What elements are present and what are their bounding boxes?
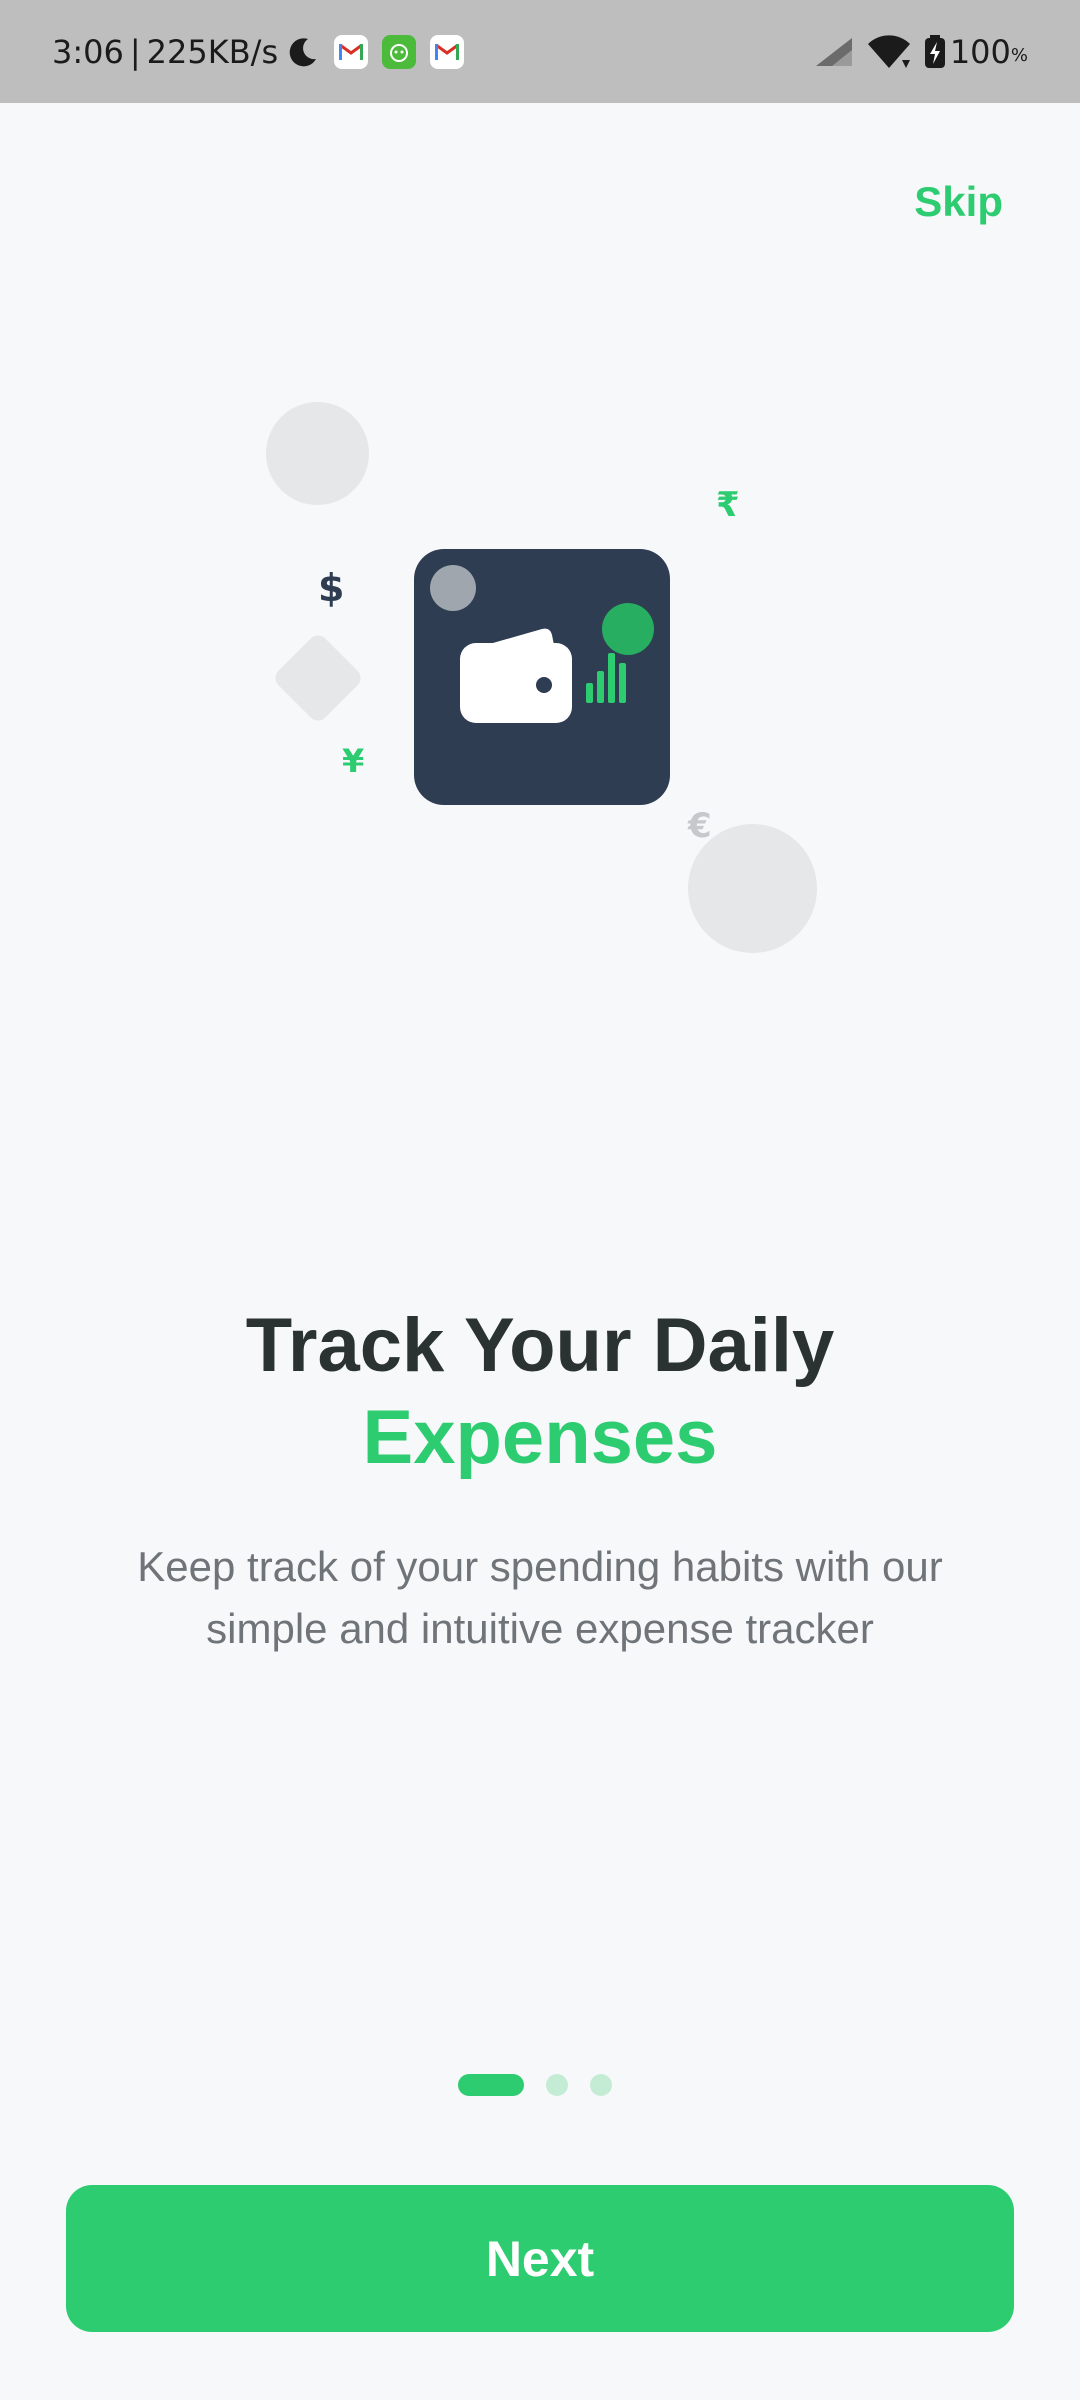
status-bar-left: 3:06 | 225KB/s — [52, 0, 465, 103]
page-dot[interactable] — [589, 2074, 612, 2096]
moon-icon — [286, 35, 320, 69]
battery-unit: % — [1010, 45, 1028, 66]
skip-button[interactable]: Skip — [914, 178, 1003, 226]
page-indicator — [0, 2074, 1080, 2096]
onboarding-title: Track Your Daily Expenses — [0, 1300, 1080, 1484]
decorative-dot — [430, 565, 476, 611]
decorative-circle — [266, 402, 369, 505]
signal-icon — [814, 36, 854, 68]
wallet-card — [414, 549, 670, 805]
wifi-icon — [866, 34, 912, 70]
onboarding-subtitle: Keep track of your spending habits with … — [137, 1543, 943, 1652]
dollar-symbol: $ — [318, 566, 345, 610]
gmail-icon — [430, 34, 465, 69]
page-dot[interactable] — [545, 2074, 568, 2096]
battery-charging-icon — [924, 34, 946, 69]
decorative-diamond — [271, 631, 365, 725]
battery-level: 100 — [949, 32, 1011, 71]
status-separator: | — [129, 32, 141, 71]
status-bar: 3:06 | 225KB/s 100 % — [0, 0, 1080, 103]
title-line-2-highlight: Expenses — [362, 1395, 718, 1480]
onboarding-screen: 3:06 | 225KB/s 100 % Skip $ ₹ ¥ € Track … — [0, 0, 1080, 2400]
page-dot-active[interactable] — [457, 2074, 524, 2096]
status-time: 3:06 — [52, 32, 124, 71]
wallet-icon — [460, 628, 572, 723]
yen-symbol: ¥ — [342, 742, 365, 780]
gmail-icon — [334, 34, 369, 69]
next-button[interactable]: Next — [66, 2185, 1014, 2332]
android-app-icon — [382, 34, 417, 69]
title-line-1: Track Your Daily — [245, 1303, 835, 1388]
status-network-speed: 225KB/s — [146, 32, 279, 71]
euro-symbol: € — [688, 806, 712, 846]
rupee-symbol: ₹ — [716, 485, 740, 525]
decorative-dot — [602, 603, 654, 655]
bar-chart-icon — [586, 653, 626, 703]
status-bar-right: 100 % — [802, 0, 1028, 103]
